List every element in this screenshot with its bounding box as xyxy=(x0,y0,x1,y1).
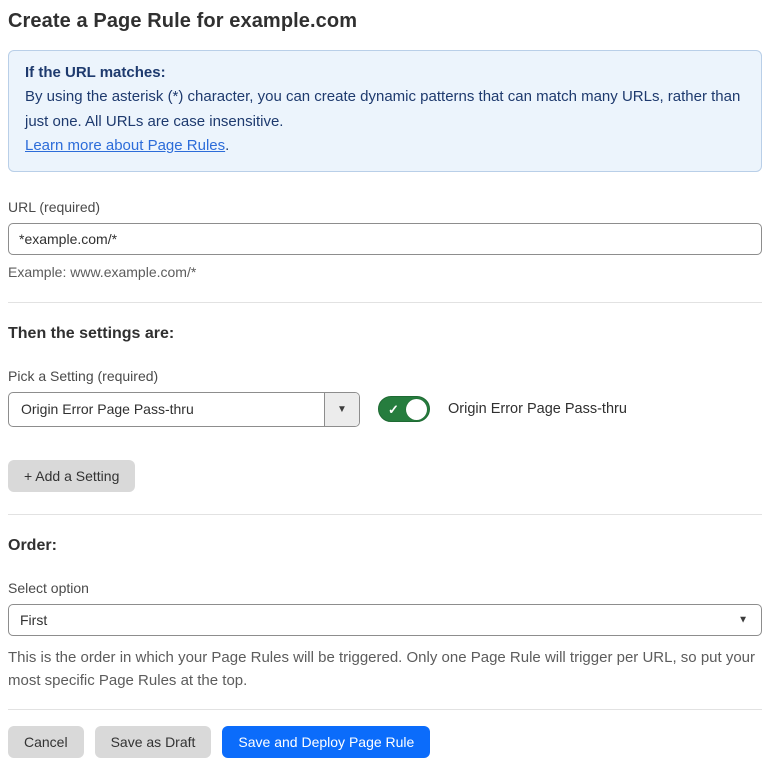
url-match-info-box: If the URL matches: By using the asteris… xyxy=(8,50,762,172)
origin-error-toggle[interactable]: ✓ xyxy=(378,396,430,423)
pick-setting-label: Pick a Setting (required) xyxy=(8,367,159,384)
setting-row: Origin Error Page Pass-thru ▼ ✓ Origin E… xyxy=(8,391,762,427)
add-setting-button[interactable]: + Add a Setting xyxy=(8,459,136,492)
check-icon: ✓ xyxy=(388,401,399,417)
save-deploy-button[interactable]: Save and Deploy Page Rule xyxy=(222,726,431,759)
save-draft-button[interactable]: Save as Draft xyxy=(94,726,212,759)
url-input[interactable] xyxy=(8,222,762,255)
info-box-body: By using the asterisk (*) character, you… xyxy=(25,88,741,130)
settings-heading: Then the settings are: xyxy=(8,324,175,342)
info-box-link-row: Learn more about Page Rules. xyxy=(25,134,745,158)
chevron-down-icon: ▼ xyxy=(738,614,748,626)
divider xyxy=(8,513,762,515)
chevron-down-icon: ▼ xyxy=(337,403,347,415)
pick-setting-value: Origin Error Page Pass-thru xyxy=(21,401,194,418)
url-label: URL (required) xyxy=(8,198,101,215)
pick-setting-select[interactable]: Origin Error Page Pass-thru ▼ xyxy=(8,391,360,427)
link-suffix: . xyxy=(225,137,230,155)
order-helper-text: This is the order in which your Page Rul… xyxy=(8,648,756,689)
order-heading: Order: xyxy=(8,536,57,554)
learn-more-link[interactable]: Learn more about Page Rules xyxy=(25,137,225,154)
cancel-button[interactable]: Cancel xyxy=(8,726,84,759)
page-title: Create a Page Rule for example.com xyxy=(8,10,358,32)
toggle-label: Origin Error Page Pass-thru xyxy=(448,401,627,418)
order-select-value: First xyxy=(20,611,48,628)
info-box-heading: If the URL matches: xyxy=(25,64,166,81)
toggle-knob xyxy=(406,398,427,420)
order-select-label: Select option xyxy=(8,579,89,596)
divider xyxy=(8,301,762,303)
page-rule-form: Create a Page Rule for example.com If th… xyxy=(0,0,770,770)
url-example-text: Example: www.example.com/* xyxy=(8,263,197,280)
dropdown-arrow-button[interactable]: ▼ xyxy=(324,392,359,426)
footer-actions: Cancel Save as Draft Save and Deploy Pag… xyxy=(8,726,762,759)
order-select[interactable]: First ▼ xyxy=(8,603,762,636)
